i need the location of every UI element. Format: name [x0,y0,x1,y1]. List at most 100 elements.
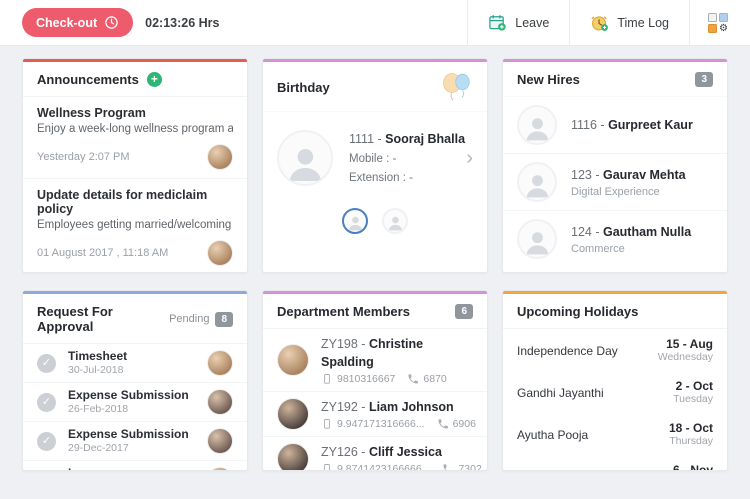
leave-button[interactable]: Leave [468,0,569,46]
approval-title: Expense Submission [68,388,207,402]
employee-department: Digital Experience [571,186,686,198]
holiday-item: Ayutha Pooja 18 - Oct Thursday [503,413,727,455]
employee-id: ZY192 - [321,400,369,414]
employee-id: 124 - [571,225,603,239]
announcement-time: Yesterday 2:07 PM [37,151,130,163]
avatar [207,144,233,170]
employee-name: Gaurav Mehta [603,168,686,182]
approval-item[interactable]: ✓ Leave 29-Nov-2017 [23,460,247,471]
holiday-date: 15 - Aug [658,337,713,351]
avatar [207,240,233,266]
count-badge: 6 [455,304,473,319]
extension-number: 6906 [453,418,476,430]
check-circle-icon: ✓ [37,354,56,373]
avatar-placeholder [517,105,557,145]
employee-name: Cliff Jessica [369,445,442,459]
phone-icon [407,373,419,385]
holiday-weekday: Wednesday [658,351,713,364]
leave-label: Leave [515,16,549,30]
announcement-title: Update details for mediclaim policy [37,188,233,216]
holiday-weekday: Thursday [669,435,713,448]
mobile-number: 9.947171316666... [337,418,425,430]
employee-name: Sooraj Bhalla [385,132,465,146]
holidays-title: Upcoming Holidays [517,304,638,319]
employee-id: 123 - [571,168,603,182]
mobile-number: 9810316667 [337,373,395,385]
employee-name: Gautham Nulla [603,225,691,239]
calendar-add-icon [488,13,507,32]
holidays-card: Upcoming Holidays Independence Day 15 - … [502,290,728,471]
approval-date: 29-Dec-2017 [68,442,207,455]
pagination-avatar-active[interactable] [342,208,368,234]
count-badge: 3 [695,72,713,87]
announcement-desc: Employees getting married/welcoming thei… [37,219,233,231]
check-circle-icon: ✓ [37,393,56,412]
chevron-right-icon[interactable]: › [466,148,473,168]
checkout-button[interactable]: Check-out [22,8,133,37]
avatar-placeholder [517,162,557,202]
mobile-icon [321,373,333,385]
announcement-title: Wellness Program [37,106,233,120]
check-circle-icon: ✓ [37,432,56,451]
holiday-date: 6 - Nov [673,463,713,471]
birthday-person[interactable]: 1111 - Sooraj Bhalla Mobile : - Extensio… [263,112,487,194]
department-members-title: Department Members [277,304,410,319]
holiday-name: Ayutha Pooja [517,428,588,442]
member-item[interactable]: ZY192 - Liam Johnson 9.947171316666... 6… [263,391,487,436]
department-members-card: Department Members 6 ZY198 - Christine S… [262,290,488,471]
time-log-label: Time Log [617,16,669,30]
avatar-placeholder [277,130,333,186]
holiday-name: Gandhi Jayanthi [517,386,604,400]
announcement-item[interactable]: Wellness Program Enjoy a week-long welln… [23,97,247,178]
time-log-button[interactable]: Time Log [570,0,689,46]
new-hire-item[interactable]: 1116 - Gurpreet Kaur [503,97,727,153]
new-hires-title: New Hires [517,72,580,87]
birthday-mobile: Mobile : - [349,150,465,169]
approval-title: Leave [68,466,207,471]
approvals-title: Request For Approval [37,304,169,334]
extension-number: 7302 [458,463,481,471]
member-item[interactable]: ZY126 - Cliff Jessica 9.8741423166666...… [263,436,487,471]
announcement-time: 01 August 2017 , 11:18 AM [37,247,168,259]
approval-item[interactable]: ✓ Expense Submission 29-Dec-2017 [23,421,247,460]
approval-date: 26-Feb-2018 [68,403,207,416]
extension-number: 6870 [423,373,446,385]
member-item[interactable]: ZY198 - Christine Spalding 9810316667 68… [263,329,487,391]
check-circle-icon: ✓ [37,471,56,472]
add-announcement-icon[interactable]: + [147,72,162,87]
birthday-pagination [263,208,487,234]
phone-icon [437,418,449,430]
count-badge: 8 [215,312,233,327]
avatar [277,443,309,471]
approval-item[interactable]: ✓ Timesheet 30-Jul-2018 [23,344,247,382]
avatar [207,428,233,454]
new-hires-card: New Hires 3 1116 - Gurpreet Kaur 123 - G… [502,58,728,273]
approval-item[interactable]: ✓ Expense Submission 26-Feb-2018 [23,382,247,421]
mobile-icon [321,463,333,471]
approval-title: Timesheet [68,349,207,363]
announcements-card: Announcements + Wellness Program Enjoy a… [22,58,248,273]
avatar-placeholder [517,219,557,259]
balloons-icon [439,72,473,102]
customize-dashboard-icon[interactable]: ⚙ [708,13,728,33]
mobile-number: 9.8741423166666... [337,463,430,471]
employee-id: ZY126 - [321,445,369,459]
employee-id: ZY198 - [321,337,369,351]
pagination-avatar[interactable] [382,208,408,234]
holiday-weekday: Tuesday [673,393,713,406]
announcement-desc: Enjoy a week-long wellness program at al… [37,123,233,135]
employee-department: Commerce [571,243,691,255]
alarm-clock-icon [590,13,609,32]
holiday-name: Deepavali [517,470,570,472]
checkout-label: Check-out [36,16,97,30]
clock-icon [104,15,119,30]
announcement-item[interactable]: Update details for mediclaim policy Empl… [23,178,247,273]
avatar [207,350,233,376]
avatar [207,467,233,471]
employee-name: Gurpreet Kaur [608,118,693,132]
holiday-item: Independence Day 15 - Aug Wednesday [503,329,727,371]
employee-id: 1116 - [571,118,608,132]
approvals-card: Request For Approval Pending 8 ✓ Timeshe… [22,290,248,471]
new-hire-item[interactable]: 124 - Gautham Nulla Commerce [503,210,727,267]
new-hire-item[interactable]: 123 - Gaurav Mehta Digital Experience [503,153,727,210]
